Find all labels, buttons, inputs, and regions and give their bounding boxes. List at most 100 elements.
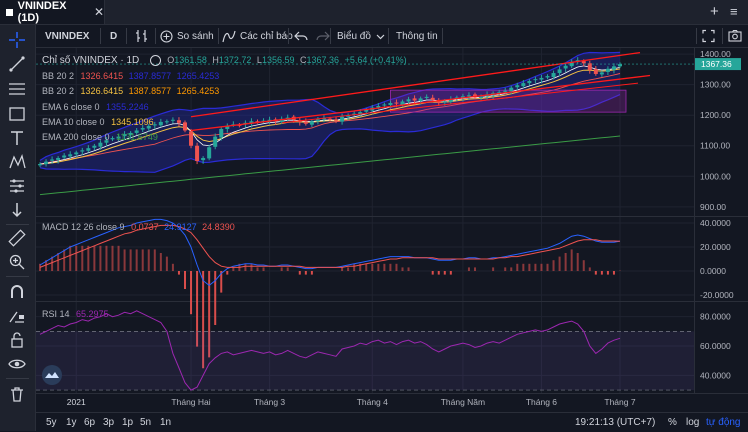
interval-button[interactable]: D [110, 29, 117, 43]
toolbar-divider [330, 28, 331, 44]
auto-scale-toggle[interactable]: tự động [706, 417, 741, 428]
bb2-label: BB 20 2 [42, 86, 75, 96]
candle-body [509, 87, 514, 92]
candle-body [388, 102, 393, 105]
price-tick-label: 1300.00 [700, 80, 731, 90]
range-1y[interactable]: 1y [66, 417, 77, 428]
bb2-legend[interactable]: BB 20 2 1326.6415 1387.8577 1265.4253 [42, 86, 219, 96]
ema6-legend[interactable]: EMA 6 close 0 1355.2246 [42, 102, 149, 112]
crosshair-icon[interactable] [8, 31, 26, 49]
candle-body [593, 69, 598, 74]
pattern-icon[interactable] [8, 153, 26, 171]
eye-icon[interactable] [8, 355, 26, 373]
range-1p[interactable]: 1p [122, 417, 133, 428]
candle-body [219, 128, 224, 138]
candle-body [545, 76, 550, 78]
rsi-value: 65.2975 [76, 309, 109, 319]
lock-icon[interactable] [8, 331, 26, 349]
indicators-button[interactable]: Các chỉ báo [222, 29, 293, 43]
lock-draw-icon[interactable] [8, 307, 26, 325]
candle-body [340, 116, 345, 122]
candle-body [533, 79, 538, 81]
log-toggle[interactable]: log [686, 417, 699, 428]
chart-area[interactable]: 1400.00 1300.00 1200.00 1100.00 1000.00 900.0… [36, 48, 748, 412]
menu-icon[interactable]: ≡ [730, 4, 738, 19]
toolbar-divider [6, 276, 29, 277]
fullscreen-icon[interactable] [702, 29, 715, 43]
compare-label: So sánh [177, 30, 214, 42]
candle-body [334, 119, 339, 121]
brand-logo-icon[interactable] [42, 365, 62, 385]
ohlc-close: 1367.36 [306, 55, 340, 65]
toolbar-divider [442, 28, 443, 44]
zoom-in-icon[interactable] [8, 253, 26, 271]
candle-body [92, 145, 97, 148]
range-1n[interactable]: 1n [160, 417, 171, 428]
compare-button[interactable]: So sánh [160, 29, 214, 43]
current-price-label: 1367.36 [701, 59, 732, 69]
trend-line-icon[interactable] [8, 55, 26, 73]
range-5n[interactable]: 5n [140, 417, 151, 428]
candle-body [303, 121, 308, 124]
arrow-down-icon[interactable] [8, 201, 26, 219]
fib-retracement-icon[interactable] [8, 80, 26, 98]
macd-hist-value: 0.0737 [131, 222, 159, 232]
add-tab-icon[interactable]: + [710, 3, 719, 20]
text-icon[interactable] [8, 129, 26, 147]
toolbar-divider [100, 28, 101, 44]
clock[interactable]: 19:21:13 (UTC+7) [575, 417, 655, 428]
ohlc-open: 1361.58 [174, 55, 207, 65]
time-tick-label: Tháng Hai [171, 397, 210, 407]
candle-body [424, 96, 429, 98]
rsi-legend[interactable]: RSI 14 65.2975 [42, 309, 109, 319]
rsi-pane[interactable] [36, 310, 694, 391]
bb1-upper: 1387.8577 [128, 71, 172, 81]
candle-body [394, 102, 399, 104]
forecast-icon[interactable] [8, 177, 26, 195]
symbol-legend[interactable]: Chỉ số VNINDEX · 1D O1361.58 H1372.72 L1… [42, 55, 407, 67]
range-5y[interactable]: 5y [46, 417, 57, 428]
range-6p[interactable]: 6p [84, 417, 95, 428]
rectangle-icon[interactable] [8, 105, 26, 123]
bar-style-icon[interactable] [134, 29, 150, 43]
bottom-bar: 5y 1y 6p 3p 1p 5n 1n 19:21:13 (UTC+7) % … [36, 412, 748, 432]
candle-body [400, 101, 405, 105]
chart-type-label: Biểu đồ [337, 30, 371, 42]
info-button[interactable]: Thông tin [396, 29, 438, 43]
candle-body [68, 154, 73, 157]
candle-body [309, 121, 314, 125]
bb1-legend[interactable]: BB 20 2 1326.6415 1387.8577 1265.4253 [42, 71, 219, 81]
magnet-icon[interactable] [8, 283, 26, 301]
chart-toolbar: VNINDEX D So sánh Các chỉ báo Biểu đồ Th… [36, 25, 748, 48]
candle-body [605, 68, 610, 72]
ruler-icon[interactable] [8, 229, 26, 247]
close-tab-icon[interactable]: ✕ [94, 5, 104, 19]
ema200-legend[interactable]: EMA 200 close 0 1131.6749 [42, 132, 158, 142]
macd-legend[interactable]: MACD 12 26 close 9 0.0737 24.9127 24.839… [42, 222, 235, 232]
ema6-value: 1355.2246 [106, 102, 149, 112]
candle-body [38, 164, 42, 166]
undo-icon[interactable] [294, 29, 308, 43]
screenshot-icon[interactable] [728, 29, 742, 43]
price-tick-label: 1400.00 [700, 49, 731, 59]
trash-icon[interactable] [8, 385, 26, 403]
ema10-legend[interactable]: EMA 10 close 0 1345.1096 [42, 117, 154, 127]
range-3p[interactable]: 3p [103, 417, 114, 428]
rsi-band [36, 331, 694, 391]
time-tick-label: Tháng 3 [254, 397, 285, 407]
candle-body [207, 147, 212, 159]
candle-body [164, 121, 169, 123]
bb2-basis: 1326.6415 [80, 86, 124, 96]
eye-icon[interactable] [149, 55, 161, 67]
percent-toggle[interactable]: % [668, 417, 677, 428]
ohlc-low: 1356.59 [261, 55, 295, 65]
candle-body [176, 120, 181, 123]
redo-icon[interactable] [316, 29, 330, 43]
macd-label: MACD 12 26 close 9 [42, 222, 125, 232]
chart-tab[interactable]: VNINDEX (1D) ✕ [0, 0, 105, 24]
ohlc-change: +5.64 (+0.41%) [344, 55, 407, 65]
candle-body [563, 65, 568, 69]
candle-body [98, 142, 103, 147]
chart-type-button[interactable]: Biểu đồ [337, 29, 385, 43]
symbol-search[interactable]: VNINDEX [45, 29, 89, 43]
